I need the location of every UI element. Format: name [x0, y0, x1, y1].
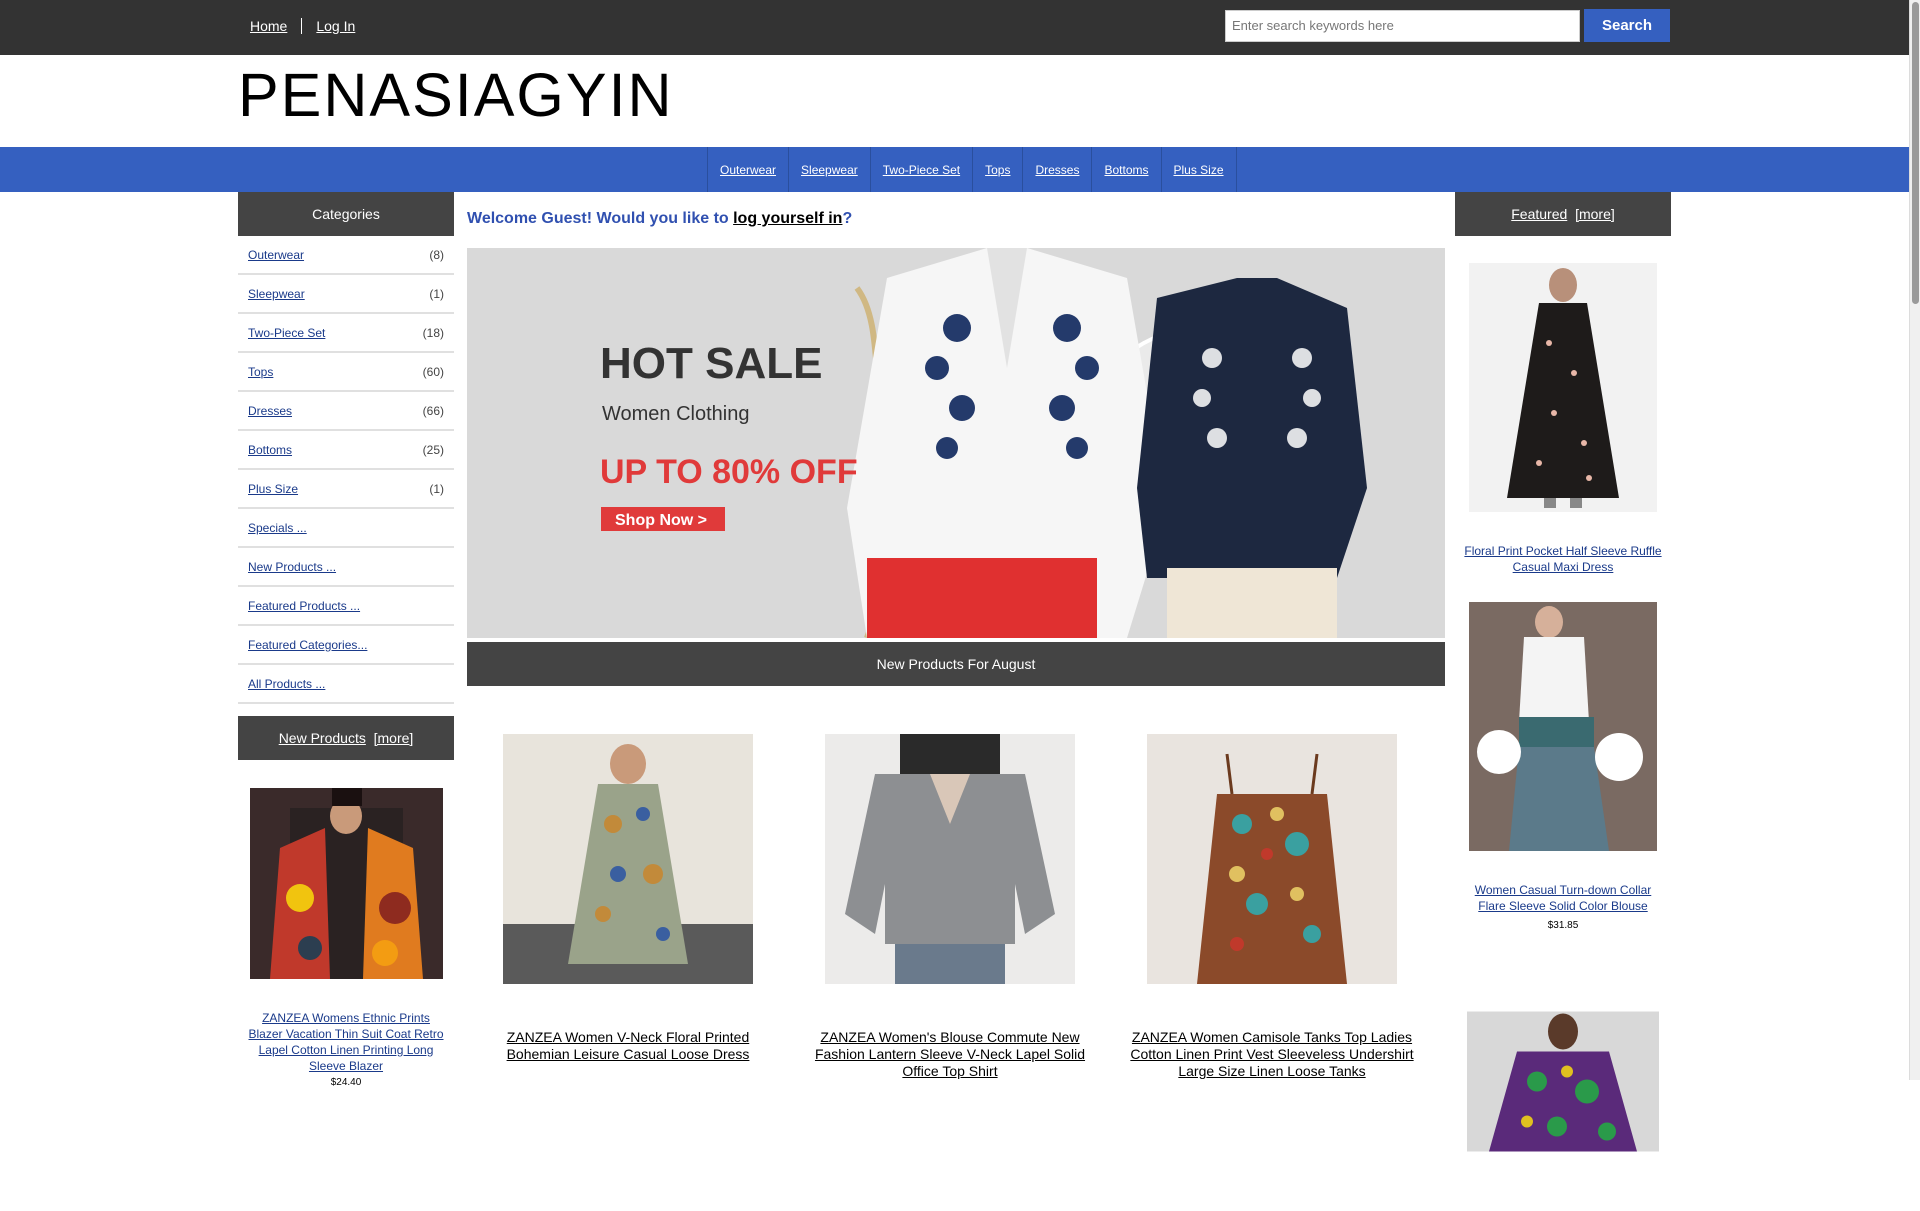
- ruffle-blouse-image[interactable]: [1469, 602, 1657, 851]
- product-card: ZANZEA Women V-Neck Floral Printed Bohem…: [467, 734, 789, 1080]
- category-row-bottoms[interactable]: Bottoms (25): [238, 431, 454, 470]
- camisole-image[interactable]: [1147, 734, 1397, 984]
- category-count: (8): [429, 247, 444, 262]
- product-card: ZANZEA Women's Blouse Commute New Fashio…: [789, 734, 1111, 1080]
- side-new-product: ZANZEA Womens Ethnic Prints Blazer Vacat…: [238, 788, 454, 1088]
- featured-item: Women Casual Turn-down Collar Flare Slee…: [1455, 602, 1671, 931]
- new-products-header[interactable]: New Products [more]: [238, 716, 454, 760]
- welcome-suffix: ?: [842, 210, 853, 227]
- product-title[interactable]: ZANZEA Women's Blouse Commute New Fashio…: [789, 1029, 1111, 1080]
- featured-item: Floral Print Pocket Half Sleeve Ruffle C…: [1455, 263, 1671, 575]
- featured-more-link[interactable]: [more]: [1575, 206, 1615, 222]
- promo-banner[interactable]: HOT SALE Women Clothing UP TO 80% OFF Sh…: [467, 248, 1445, 638]
- category-link[interactable]: Tops: [248, 365, 273, 379]
- product-title[interactable]: ZANZEA Women V-Neck Floral Printed Bohem…: [467, 1029, 789, 1063]
- category-count: (1): [429, 481, 444, 496]
- category-link[interactable]: Bottoms: [248, 443, 292, 457]
- scrollbar-thumb[interactable]: [1912, 2, 1919, 304]
- section-header-new-products: New Products For August: [467, 642, 1445, 686]
- page-scrollbar[interactable]: [1909, 0, 1920, 1080]
- category-row-dresses[interactable]: Dresses (66): [238, 392, 454, 431]
- banner-headline: HOT SALE: [600, 339, 822, 388]
- search-input[interactable]: Enter search keywords here: [1225, 10, 1580, 42]
- nav-item-tops[interactable]: Tops: [973, 147, 1024, 192]
- gray-blouse-image[interactable]: [825, 734, 1075, 984]
- featured-title[interactable]: Featured: [1511, 206, 1567, 222]
- search-button[interactable]: Search: [1584, 9, 1670, 42]
- category-count: (25): [422, 442, 444, 457]
- main-content: Welcome Guest! Would you like to log you…: [467, 192, 1445, 1079]
- new-products-more-link[interactable]: [more]: [374, 730, 414, 746]
- side-product-price: $24.40: [330, 1077, 362, 1088]
- nav-item-plus-size[interactable]: Plus Size: [1162, 147, 1237, 192]
- top-bar: Home Log In Enter search keywords here S…: [0, 0, 1909, 55]
- nav-item-bottoms[interactable]: Bottoms: [1092, 147, 1162, 192]
- shop-now-label: Shop Now >: [615, 512, 707, 529]
- nav-item-two-piece-set[interactable]: Two-Piece Set: [871, 147, 974, 192]
- category-row-tops[interactable]: Tops (60): [238, 353, 454, 392]
- featured-categories-link[interactable]: Featured Categories...: [248, 638, 367, 652]
- maxi-dress-image[interactable]: [1469, 263, 1657, 512]
- category-row-sleepwear[interactable]: Sleepwear (1): [238, 275, 454, 314]
- log-in-link[interactable]: log yourself in: [733, 210, 842, 227]
- category-row-outerwear[interactable]: Outerwear (8): [238, 236, 454, 275]
- featured-item: [1455, 957, 1671, 1211]
- nav-item-outerwear[interactable]: Outerwear: [708, 147, 790, 192]
- category-count: (60): [422, 364, 444, 379]
- category-link[interactable]: Two-Piece Set: [248, 326, 325, 340]
- store-logo[interactable]: PENASIAGYIN: [238, 60, 674, 130]
- left-sidebar: Categories Outerwear (8) Sleepwear (1) Two…: [238, 192, 454, 1088]
- link-separator: [301, 18, 303, 34]
- category-row-plus-size[interactable]: Plus Size (1): [238, 470, 454, 509]
- product-title[interactable]: ZANZEA Women Camisole Tanks Top Ladies C…: [1111, 1029, 1433, 1080]
- featured-products-row[interactable]: Featured Products ...: [238, 587, 454, 626]
- nav-item-sleepwear[interactable]: Sleepwear: [789, 147, 871, 192]
- top-links: Home Log In: [250, 18, 355, 34]
- product-card: ZANZEA Women Camisole Tanks Top Ladies C…: [1111, 734, 1433, 1080]
- featured-item-title[interactable]: Floral Print Pocket Half Sleeve Ruffle C…: [1455, 543, 1671, 575]
- category-nav-bar: Outerwear Sleepwear Two-Piece Set Tops D…: [0, 147, 1909, 192]
- category-link[interactable]: Sleepwear: [248, 287, 305, 301]
- all-products-row[interactable]: All Products ...: [238, 665, 454, 704]
- floral-dress-image[interactable]: [503, 734, 753, 984]
- new-products-link[interactable]: New Products ...: [248, 560, 336, 574]
- categories-header: Categories: [238, 192, 454, 236]
- right-sidebar: Featured [more] Floral Print Pocket Half…: [1455, 192, 1671, 1211]
- featured-item-title[interactable]: Women Casual Turn-down Collar Flare Slee…: [1455, 882, 1671, 914]
- specials-link[interactable]: Specials ...: [248, 521, 307, 535]
- side-product-title[interactable]: ZANZEA Womens Ethnic Prints Blazer Vacat…: [238, 1010, 454, 1074]
- login-link[interactable]: Log In: [316, 18, 355, 34]
- category-count: (1): [429, 286, 444, 301]
- welcome-message: Welcome Guest! Would you like to log you…: [467, 210, 1445, 228]
- featured-item-price: $31.85: [1547, 920, 1579, 931]
- banner-offer: UP TO 80% OFF: [600, 453, 858, 491]
- category-link[interactable]: Outerwear: [248, 248, 304, 262]
- banner-subline: Women Clothing: [602, 403, 749, 425]
- blazer-product-image[interactable]: [249, 788, 443, 979]
- featured-categories-row[interactable]: Featured Categories...: [238, 626, 454, 665]
- category-link[interactable]: Dresses: [248, 404, 292, 418]
- banner-artwork: HOT SALE Women Clothing UP TO 80% OFF Sh…: [467, 248, 1445, 638]
- category-link[interactable]: Plus Size: [248, 482, 298, 496]
- specials-row[interactable]: Specials ...: [238, 509, 454, 548]
- nav-items: Outerwear Sleepwear Two-Piece Set Tops D…: [707, 147, 1237, 192]
- featured-products-link[interactable]: Featured Products ...: [248, 599, 360, 613]
- print-dress-image[interactable]: [1467, 957, 1659, 1206]
- home-link[interactable]: Home: [250, 18, 287, 34]
- category-count: (66): [422, 403, 444, 418]
- product-grid: ZANZEA Women V-Neck Floral Printed Bohem…: [467, 734, 1445, 1080]
- category-count: (18): [422, 325, 444, 340]
- nav-item-dresses[interactable]: Dresses: [1023, 147, 1093, 192]
- welcome-prefix: Welcome Guest! Would you like to: [467, 210, 734, 227]
- all-products-link[interactable]: All Products ...: [248, 677, 325, 691]
- new-products-row[interactable]: New Products ...: [238, 548, 454, 587]
- new-products-title[interactable]: New Products: [279, 730, 366, 746]
- category-row-two-piece-set[interactable]: Two-Piece Set (18): [238, 314, 454, 353]
- featured-header[interactable]: Featured [more]: [1455, 192, 1671, 236]
